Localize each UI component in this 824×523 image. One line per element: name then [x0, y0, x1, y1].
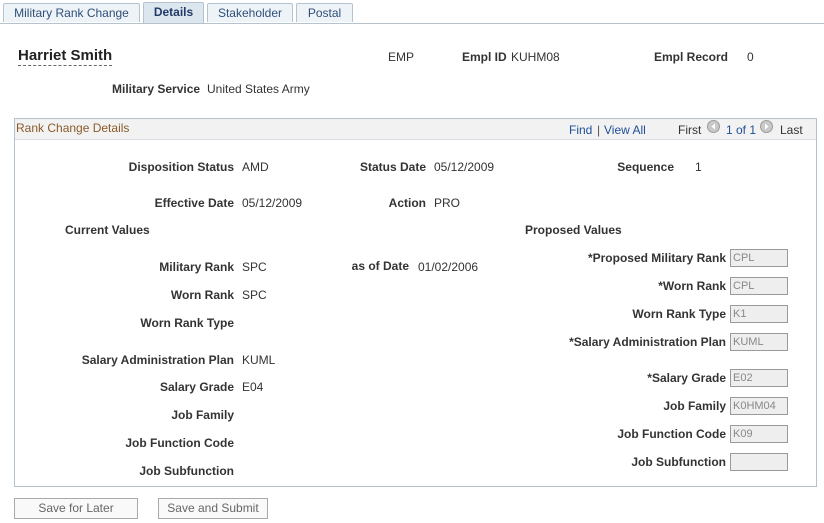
action-label: Action	[388, 196, 426, 210]
employee-type: EMP	[388, 50, 415, 64]
first-label: First	[678, 123, 702, 137]
proposed-job-function-code-field: K09	[730, 425, 788, 443]
proposed-job-subfunction-label: Job Subfunction	[631, 455, 726, 469]
proposed-salary-admin-plan-field: KUML	[730, 333, 788, 351]
proposed-salary-grade-field: E02	[730, 369, 788, 387]
proposed-job-family-label: Job Family	[663, 399, 726, 413]
proposed-salary-admin-plan-label: *Salary Administration Plan	[569, 335, 726, 349]
nav-separator: |	[597, 123, 601, 137]
disposition-status-value: AMD	[242, 160, 269, 174]
current-salary-admin-plan-label: Salary Administration Plan	[81, 353, 234, 367]
empl-record-label: Empl Record	[654, 50, 729, 64]
military-service-value: United States Army	[207, 82, 310, 96]
current-job-subfunction-label: Job Subfunction	[139, 464, 234, 478]
empl-id-label: Empl ID	[462, 50, 507, 64]
proposed-military-rank-field: CPL	[730, 249, 788, 267]
tab-label: Details	[153, 5, 194, 19]
empl-id-value: KUHM08	[511, 50, 560, 64]
current-salary-grade-label: Salary Grade	[159, 380, 234, 394]
current-military-rank-label: Military Rank	[159, 260, 234, 274]
proposed-worn-rank-label: *Worn Rank	[658, 279, 726, 293]
employee-name[interactable]: Harriet Smith	[18, 47, 113, 66]
current-values-heading: Current Values	[65, 223, 150, 237]
current-salary-grade-value: E04	[242, 380, 264, 394]
effective-date-label: Effective Date	[154, 196, 234, 210]
page-indicator: 1 of 1	[726, 123, 757, 137]
tab-postal[interactable]: Postal	[296, 3, 353, 22]
proposed-worn-rank-field: CPL	[730, 277, 788, 295]
tab-label: Postal	[307, 6, 342, 20]
as-of-date-value: 01/02/2006	[418, 260, 479, 274]
proposed-job-subfunction-field	[730, 453, 788, 471]
tab-label: Stakeholder	[217, 6, 283, 20]
sequence-value: 1	[695, 160, 702, 174]
status-date-value: 05/12/2009	[434, 160, 495, 174]
last-label: Last	[780, 123, 803, 137]
panel-title: Rank Change Details	[16, 121, 130, 135]
empl-record-value: 0	[747, 50, 754, 64]
action-value: PRO	[434, 196, 461, 210]
tab-stakeholder[interactable]: Stakeholder	[207, 3, 293, 22]
tab-military-rank-change[interactable]: Military Rank Change	[3, 3, 140, 22]
disposition-status-label: Disposition Status	[128, 160, 234, 174]
proposed-worn-rank-type-label: Worn Rank Type	[632, 307, 726, 321]
save-for-later-button[interactable]: Save for Later	[14, 498, 138, 519]
current-worn-rank-value: SPC	[242, 288, 267, 302]
current-worn-rank-type-label: Worn Rank Type	[140, 316, 234, 330]
proposed-values-heading: Proposed Values	[525, 223, 622, 237]
save-and-submit-button[interactable]: Save and Submit	[158, 498, 268, 519]
proposed-job-function-code-label: Job Function Code	[617, 427, 726, 441]
find-link[interactable]: Find	[569, 123, 592, 137]
proposed-job-family-field: K0HM04	[730, 397, 788, 415]
proposed-salary-grade-label: *Salary Grade	[647, 371, 726, 385]
current-worn-rank-label: Worn Rank	[170, 288, 234, 302]
effective-date-value: 05/12/2009	[242, 196, 303, 210]
sequence-label: Sequence	[617, 160, 674, 174]
view-all-link[interactable]: View All	[604, 123, 646, 137]
current-job-function-code-label: Job Function Code	[125, 436, 234, 450]
circle-right-arrow-icon[interactable]	[760, 120, 773, 133]
tab-details[interactable]: Details	[143, 2, 204, 23]
status-date-label: Status Date	[359, 160, 426, 174]
tab-label: Military Rank Change	[14, 6, 129, 20]
tab-underline	[0, 23, 824, 24]
current-salary-admin-plan-value: KUML	[242, 353, 276, 367]
proposed-military-rank-label: *Proposed Military Rank	[587, 251, 726, 265]
as-of-date-label: as of Date	[351, 259, 409, 273]
current-job-family-label: Job Family	[171, 408, 234, 422]
military-service-label: Military Service	[112, 82, 201, 96]
circle-left-arrow-icon[interactable]	[707, 120, 720, 133]
proposed-worn-rank-type-field: K1	[730, 305, 788, 323]
current-military-rank-value: SPC	[242, 260, 267, 274]
